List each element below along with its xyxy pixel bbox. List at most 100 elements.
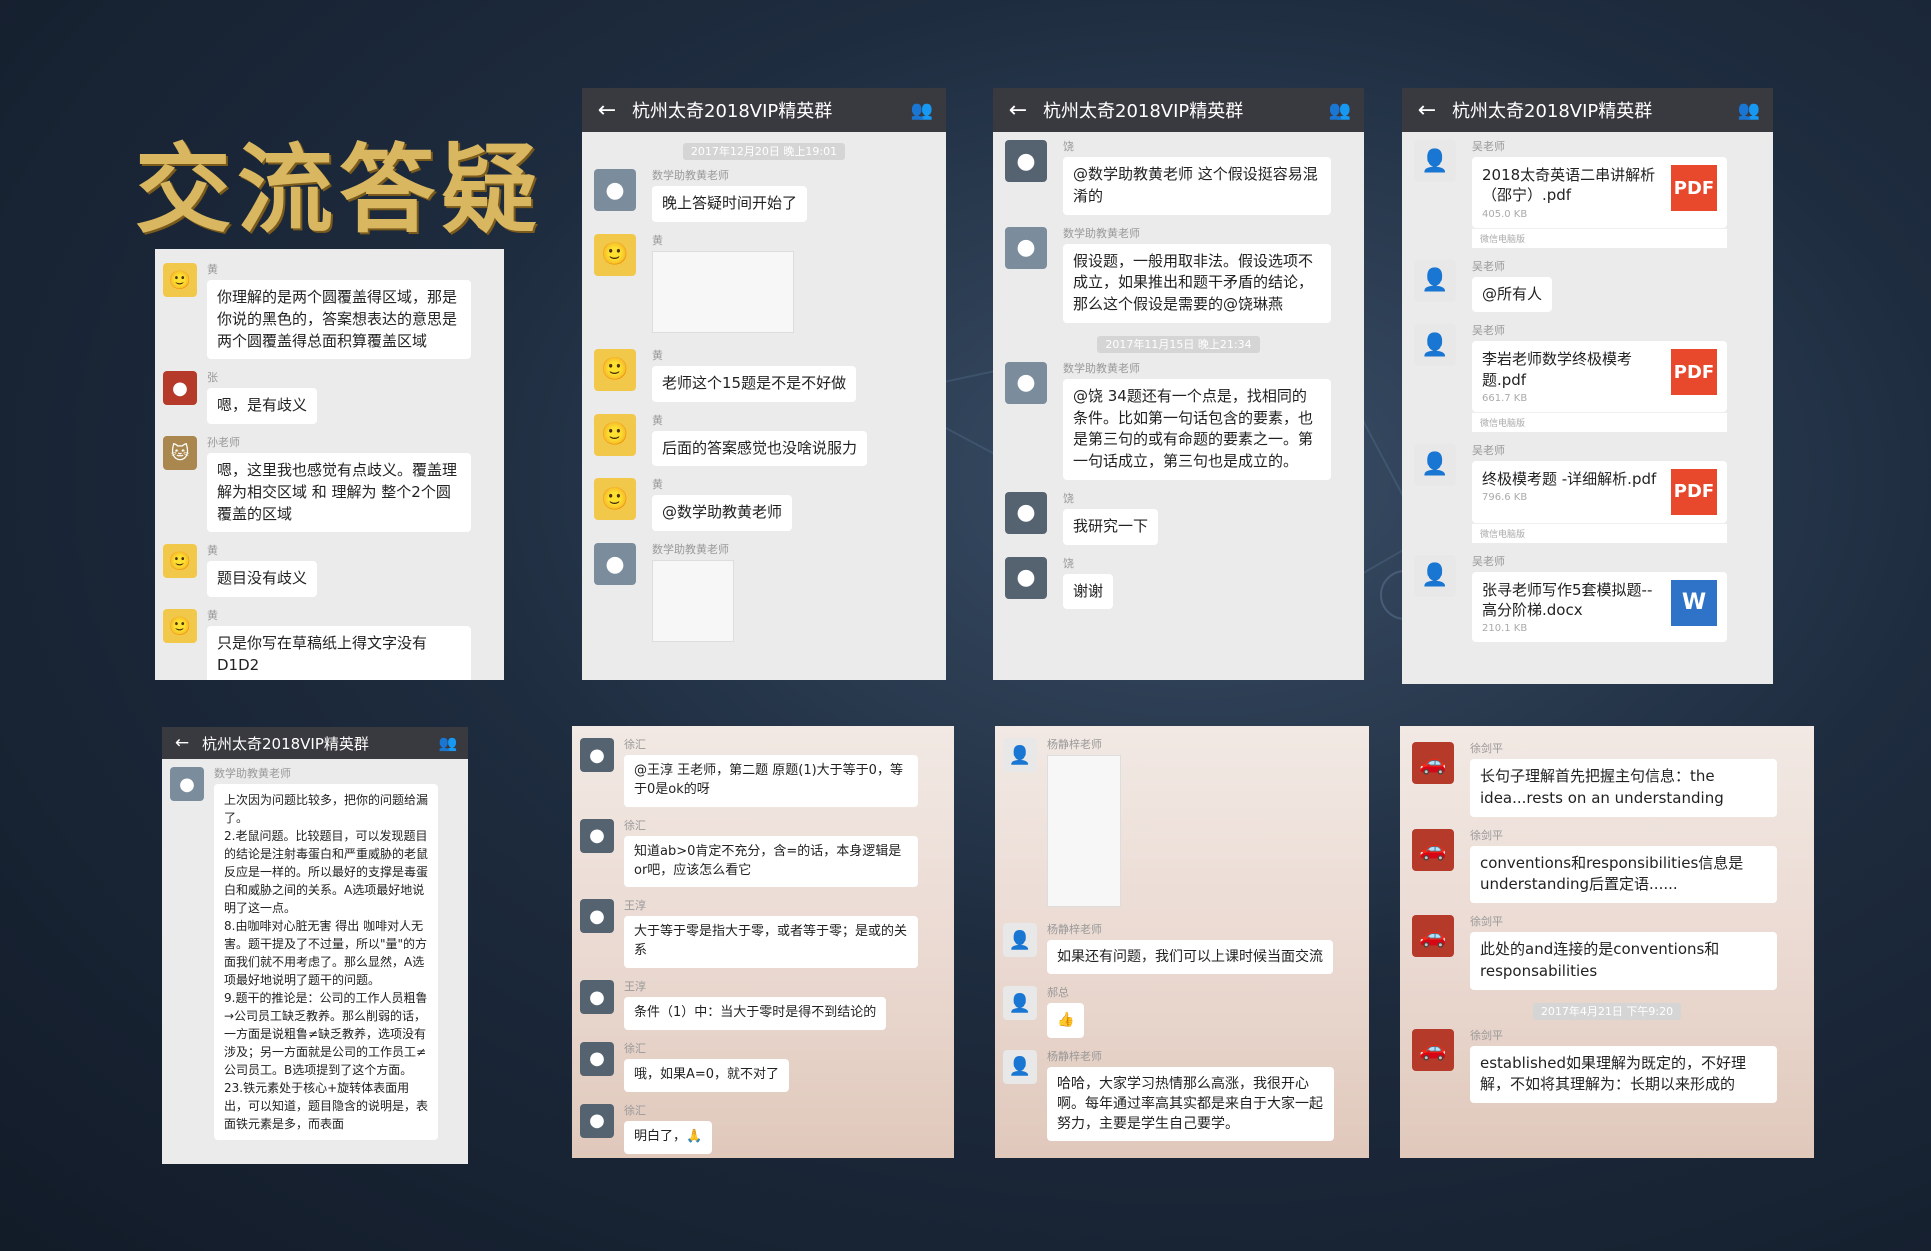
message: 👤 吴老师 @所有人 bbox=[1414, 258, 1763, 313]
group-title: 杭州太奇2018VIP精英群 bbox=[632, 101, 833, 122]
message: 🙂 黄老师这个15题是不是不好做 bbox=[594, 347, 936, 402]
word-icon: W bbox=[1671, 579, 1717, 626]
message-bubble: conventions和responsibilities信息是understan… bbox=[1470, 845, 1778, 903]
message-bubble: 知道ab>0肯定不充分，含=的话，本身逻辑是or吧，应该怎么看它 bbox=[624, 835, 919, 888]
message: ● 王淳 大于等于零是指大于零，或者等于零；是或的关系 bbox=[580, 897, 944, 969]
file-size: 405.0 KB bbox=[1482, 208, 1528, 220]
image-message[interactable] bbox=[652, 560, 734, 642]
avatar: 🙂 bbox=[594, 348, 636, 391]
message: 👤 杨静梓老师如果还有问题，我们可以上课时候当面交流 bbox=[1003, 921, 1359, 975]
group-members-icon[interactable]: 👥 bbox=[898, 100, 946, 121]
group-members-icon[interactable]: 👥 bbox=[428, 734, 468, 752]
file-message[interactable]: 张寻老师写作5套模拟题--高分阶梯.docx 210.1 KB W bbox=[1472, 571, 1727, 643]
message-bubble: 题目没有歧义 bbox=[207, 561, 318, 597]
chat-screenshot-3: ← 杭州太奇2018VIP精英群 👥 ● 饶 @数学助教黄老师 这个假设挺容易混淆的 ●… bbox=[993, 88, 1364, 680]
back-arrow-icon[interactable]: ← bbox=[993, 98, 1043, 123]
sender-name: 饶 bbox=[1063, 491, 1074, 505]
avatar: 👤 bbox=[1414, 554, 1456, 597]
sender-name: 黄 bbox=[652, 478, 663, 492]
sender-name: 杨静梓老师 bbox=[1047, 738, 1102, 751]
sender-name: 数学助教黄老师 bbox=[652, 543, 729, 556]
sender-name: 数学助教黄老师 bbox=[1063, 361, 1140, 375]
title-bar: ← 杭州太奇2018VIP精英群 👥 bbox=[1402, 88, 1773, 132]
message: ● 张嗯，是有歧义 bbox=[163, 369, 494, 424]
message-bubble: @饶 34题还有一个点是，找相同的条件。比如第一句话包含的要素，也是第三句的或有… bbox=[1063, 378, 1331, 480]
message: 👤 吴老师 终极模考题 -详细解析.pdf 796.6 KB PDF 微信电脑版 bbox=[1414, 442, 1763, 543]
message: 👤 吴老师 2018太奇英语二串讲解析（邵宁）.pdf 405.0 KB PDF 微信… bbox=[1414, 138, 1763, 248]
group-title: 杭州太奇2018VIP精英群 bbox=[1452, 101, 1653, 122]
timestamp: 2017年4月21日 下午9:20 bbox=[1400, 1000, 1814, 1020]
sender-name: 黄 bbox=[207, 263, 218, 276]
message: ● 徐汇 @王淳 王老师，第二题 原题(1)大于等于0，等于0是ok的呀 bbox=[580, 736, 944, 807]
message: 🙂 黄 @数学助教黄老师 bbox=[594, 476, 936, 531]
message-bubble: 明白了，🙏 bbox=[624, 1120, 713, 1154]
avatar: ● bbox=[1005, 556, 1047, 599]
avatar: 🙂 bbox=[594, 478, 636, 521]
sender-name: 徐剑平 bbox=[1470, 1028, 1503, 1042]
chat-screenshot-5: ← 杭州太奇2018VIP精英群 👥 ● 数学助教黄老师 上次因为问题比较多，把你的问题… bbox=[162, 727, 468, 1164]
sender-name: 徐汇 bbox=[624, 818, 646, 832]
sender-name: 王淳 bbox=[624, 980, 646, 994]
sender-name: 张 bbox=[207, 371, 218, 385]
group-title: 杭州太奇2018VIP精英群 bbox=[202, 734, 369, 753]
message: 🙂 黄后面的答案感觉也没啥说服力 bbox=[594, 412, 936, 467]
avatar: ● bbox=[594, 169, 636, 211]
avatar: ● bbox=[1005, 140, 1047, 182]
sender-name: 吴老师 bbox=[1472, 554, 1505, 568]
sender-name: 数学助教黄老师 bbox=[652, 169, 729, 182]
message: ● 数学助教黄老师 @饶 34题还有一个点是，找相同的条件。比如第一句话包含的要素，… bbox=[1005, 360, 1354, 480]
message-bubble: 如果还有问题，我们可以上课时候当面交流 bbox=[1047, 940, 1333, 975]
file-source: 微信电脑版 bbox=[1472, 227, 1727, 248]
file-name: 李岩老师数学终极模考题.pdf bbox=[1482, 350, 1633, 389]
sender-name: 数学助教黄老师 bbox=[214, 767, 291, 780]
message-bubble: @王淳 王老师，第二题 原题(1)大于等于0，等于0是ok的呀 bbox=[624, 755, 919, 807]
file-message[interactable]: 李岩老师数学终极模考题.pdf 661.7 KB PDF bbox=[1472, 341, 1727, 412]
chat-screenshot-6: ● 徐汇 @王淳 王老师，第二题 原题(1)大于等于0，等于0是ok的呀 ● 徐汇 知道… bbox=[572, 726, 954, 1158]
image-message[interactable] bbox=[1047, 755, 1121, 907]
sender-name: 王淳 bbox=[624, 899, 646, 913]
sender-name: 徐汇 bbox=[624, 1103, 646, 1117]
message: ● 饶 @数学助教黄老师 这个假设挺容易混淆的 bbox=[1005, 138, 1354, 215]
file-message[interactable]: 2018太奇英语二串讲解析（邵宁）.pdf 405.0 KB PDF bbox=[1472, 157, 1727, 228]
avatar: ● bbox=[1005, 361, 1047, 404]
message-bubble: 👍 bbox=[1047, 1003, 1085, 1038]
sender-name: 饶 bbox=[1063, 556, 1074, 570]
back-arrow-icon[interactable]: ← bbox=[582, 98, 632, 123]
sender-name: 孙老师 bbox=[207, 436, 240, 449]
group-members-icon[interactable]: 👥 bbox=[1316, 100, 1364, 121]
message: 👤 吴老师 张寻老师写作5套模拟题--高分阶梯.docx 210.1 KB W bbox=[1414, 553, 1763, 643]
avatar: ● bbox=[163, 371, 197, 406]
group-members-icon[interactable]: 👥 bbox=[1725, 100, 1773, 121]
back-arrow-icon[interactable]: ← bbox=[1402, 98, 1452, 123]
sender-name: 数学助教黄老师 bbox=[1063, 226, 1140, 240]
file-size: 210.1 KB bbox=[1482, 623, 1528, 635]
message: 🚗 徐剑平 conventions和responsibilities信息是under… bbox=[1412, 827, 1804, 903]
message-bubble: 谢谢 bbox=[1063, 573, 1114, 610]
message: ● 王淳 条件（1）中：当大于零时是得不到结论的 bbox=[580, 978, 944, 1030]
message: ● 饶我研究一下 bbox=[1005, 490, 1354, 545]
back-arrow-icon[interactable]: ← bbox=[162, 733, 202, 753]
image-message[interactable] bbox=[652, 250, 794, 333]
file-size: 796.6 KB bbox=[1482, 492, 1528, 503]
sender-name: 黄 bbox=[652, 233, 663, 247]
message: ● 数学助教黄老师 bbox=[594, 541, 936, 646]
sender-name: 黄 bbox=[207, 609, 218, 622]
message-bubble: 只是你写在草稿纸上得文字没有D1D2 bbox=[207, 626, 472, 680]
message-bubble: 老师这个15题是不是不好做 bbox=[652, 365, 857, 402]
timestamp: 2017年11月15日 晚上21:34 bbox=[993, 333, 1364, 353]
chat-screenshot-7: 👤 杨静梓老师 👤 杨静梓老师 如果还有问题，我们可以上课时候当面交流 👤 郝总 👍 👤 杨… bbox=[995, 726, 1369, 1158]
sender-name: 徐剑平 bbox=[1470, 742, 1503, 755]
message: ● 徐汇 哦，如果A=0，就不对了 bbox=[580, 1040, 944, 1092]
avatar: 👤 bbox=[1003, 923, 1037, 957]
file-message[interactable]: 终极模考题 -详细解析.pdf 796.6 KB PDF bbox=[1472, 460, 1727, 523]
avatar: 🙂 bbox=[163, 544, 197, 579]
title-bar: ← 杭州太奇2018VIP精英群 👥 bbox=[162, 727, 468, 759]
sender-name: 郝总 bbox=[1047, 986, 1069, 1000]
avatar: 👤 bbox=[1414, 140, 1456, 182]
sender-name: 徐汇 bbox=[624, 1041, 646, 1055]
message: 🙂 黄 bbox=[594, 232, 936, 337]
sender-name: 吴老师 bbox=[1472, 324, 1505, 338]
sender-name: 徐剑平 bbox=[1470, 915, 1503, 928]
sender-name: 吴老师 bbox=[1472, 140, 1505, 153]
sender-name: 杨静梓老师 bbox=[1047, 923, 1102, 936]
